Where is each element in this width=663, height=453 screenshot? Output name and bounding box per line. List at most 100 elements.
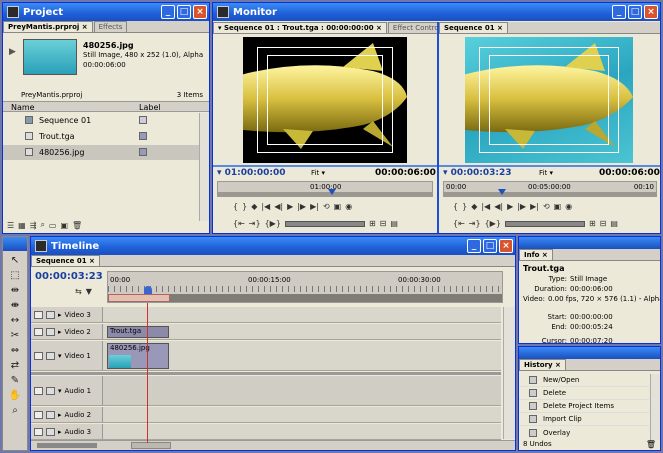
take-audio-video-icon[interactable]: ▤	[390, 219, 398, 228]
info-titlebar[interactable]	[519, 237, 660, 249]
step-forward-icon[interactable]: |▶	[297, 202, 306, 211]
list-item[interactable]: Import Clip	[519, 413, 649, 426]
monitor-divider[interactable]	[437, 22, 439, 233]
marker-icon[interactable]: ◆	[251, 202, 257, 211]
goto-in-point-icon[interactable]: {⇤	[453, 219, 465, 228]
slide-tool-icon[interactable]: ⇄	[11, 360, 19, 371]
maximize-button[interactable]: □	[628, 5, 642, 19]
track-video-2[interactable]: ▸ Video 2 Trout.tga	[31, 324, 501, 340]
source-time-ruler[interactable]: 01:00:00	[217, 181, 433, 197]
list-item[interactable]: Sequence 01	[3, 113, 209, 128]
eye-icon[interactable]	[34, 310, 43, 319]
rolling-edit-tool-icon[interactable]: ⇼	[11, 300, 19, 311]
history-titlebar[interactable]	[519, 347, 660, 359]
program-playhead-icon[interactable]	[498, 189, 506, 195]
pen-tool-icon[interactable]: ✎	[11, 375, 19, 386]
lock-icon[interactable]	[46, 386, 55, 395]
play-preview-icon[interactable]: ▶	[9, 47, 16, 57]
list-item[interactable]: New/Open	[519, 374, 649, 387]
lock-icon[interactable]	[46, 327, 55, 336]
set-out-icon[interactable]: }	[242, 202, 247, 211]
step-back-icon[interactable]: ◀|	[274, 202, 283, 211]
snap-icon[interactable]: ⇆	[75, 287, 82, 296]
video-audio-divider[interactable]	[31, 372, 501, 375]
jog-shuttle[interactable]	[284, 220, 365, 227]
track-audio-2[interactable]: ▸ Audio 2	[31, 407, 501, 423]
list-item[interactable]: 480256.jpg	[3, 145, 209, 160]
icon-view-icon[interactable]: ▦	[18, 221, 26, 230]
goto-out-point-icon[interactable]: ⇥}	[469, 219, 481, 228]
collapse-icon[interactable]: ▾	[58, 387, 62, 395]
insert-icon[interactable]: ⊞	[369, 219, 376, 228]
source-zoom-bar[interactable]	[218, 192, 432, 196]
list-item[interactable]: Delete	[519, 387, 649, 400]
list-item[interactable]: Overlay	[519, 426, 649, 439]
timeline-ruler[interactable]: 00:00 00:00:15:00 00:00:30:00	[107, 271, 503, 303]
goto-in-icon[interactable]: |◀	[261, 202, 270, 211]
track-video-3[interactable]: ▸ Video 3	[31, 307, 501, 323]
timeline-titlebar[interactable]: Timeline _ □ ×	[31, 237, 515, 255]
project-titlebar[interactable]: Project _ □ ×	[3, 3, 209, 21]
hand-tool-icon[interactable]: ✋	[9, 390, 21, 401]
selection-tool-icon[interactable]: ↖	[11, 255, 19, 266]
play-in-to-out-icon[interactable]: {▶}	[265, 219, 281, 228]
expand-icon[interactable]: ▸	[58, 411, 62, 419]
play-icon[interactable]: ▶	[507, 202, 513, 211]
speaker-icon[interactable]	[34, 427, 43, 436]
work-area-range[interactable]	[108, 294, 170, 302]
rate-stretch-tool-icon[interactable]: ↔	[11, 315, 19, 326]
automate-icon[interactable]: ⇶	[30, 221, 37, 230]
step-back-icon[interactable]: ◀|	[494, 202, 503, 211]
set-out-icon[interactable]: }	[462, 202, 467, 211]
timeline-hscrollbar[interactable]	[31, 440, 515, 450]
goto-in-icon[interactable]: |◀	[481, 202, 490, 211]
output-icon[interactable]: ◉	[565, 202, 572, 211]
loop-icon[interactable]: ⟲	[543, 202, 550, 211]
eye-icon[interactable]	[34, 327, 43, 336]
jog-shuttle[interactable]	[504, 220, 585, 227]
bin-icon[interactable]: ▭	[49, 221, 57, 230]
expand-icon[interactable]: ▸	[58, 311, 62, 319]
extract-icon[interactable]: ⊟	[600, 219, 607, 228]
tab-sequence[interactable]: Sequence 01 ×	[31, 255, 100, 266]
overlay-icon[interactable]: ⊟	[380, 219, 387, 228]
goto-in-point-icon[interactable]: {⇤	[233, 219, 245, 228]
source-playhead-icon[interactable]	[328, 189, 336, 195]
track-audio-3[interactable]: ▸ Audio 3	[31, 424, 501, 440]
play-in-to-out-icon[interactable]: {▶}	[485, 219, 501, 228]
safe-margins-icon[interactable]: ▣	[554, 202, 562, 211]
slip-tool-icon[interactable]: ⇔	[11, 345, 19, 356]
expand-icon[interactable]: ▸	[58, 328, 62, 336]
play-icon[interactable]: ▶	[287, 202, 293, 211]
timeline-playhead-icon[interactable]	[144, 286, 152, 294]
tools-titlebar[interactable]	[3, 237, 27, 251]
lock-icon[interactable]	[46, 310, 55, 319]
goto-out-icon[interactable]: ▶|	[310, 202, 319, 211]
source-zoom-select[interactable]: Fit ▾	[311, 169, 325, 177]
tab-history[interactable]: History ×	[519, 359, 566, 370]
trim-icon[interactable]: ▤	[610, 219, 618, 228]
tab-program[interactable]: Sequence 01 ×	[439, 22, 508, 33]
minimize-button[interactable]: _	[467, 239, 481, 253]
program-zoom-select[interactable]: Fit ▾	[539, 169, 553, 177]
source-timecode[interactable]: ▾ 01:00:00:00	[217, 168, 286, 178]
list-item[interactable]: Delete Project Items	[519, 400, 649, 413]
maximize-button[interactable]: □	[177, 5, 191, 19]
tab-source[interactable]: ▾ Sequence 01 : Trout.tga : 00:00:00:00 …	[213, 22, 387, 33]
source-video-frame[interactable]	[243, 37, 407, 163]
close-button[interactable]: ×	[193, 5, 207, 19]
close-button[interactable]: ×	[499, 239, 513, 253]
col-name[interactable]: Name	[11, 103, 35, 112]
output-icon[interactable]: ◉	[345, 202, 352, 211]
lock-icon[interactable]	[46, 410, 55, 419]
scroll-thumb[interactable]	[131, 442, 171, 449]
track-audio-1[interactable]: ▾ Audio 1	[31, 376, 501, 406]
list-view-icon[interactable]: ☰	[7, 221, 14, 230]
marker-icon[interactable]: ◆	[471, 202, 477, 211]
maximize-button[interactable]: □	[483, 239, 497, 253]
goto-out-point-icon[interactable]: ⇥}	[249, 219, 261, 228]
step-forward-icon[interactable]: |▶	[517, 202, 526, 211]
set-in-icon[interactable]: {	[233, 202, 238, 211]
clip-trout[interactable]: Trout.tga	[107, 326, 169, 338]
new-item-icon[interactable]: ▣	[60, 221, 68, 230]
